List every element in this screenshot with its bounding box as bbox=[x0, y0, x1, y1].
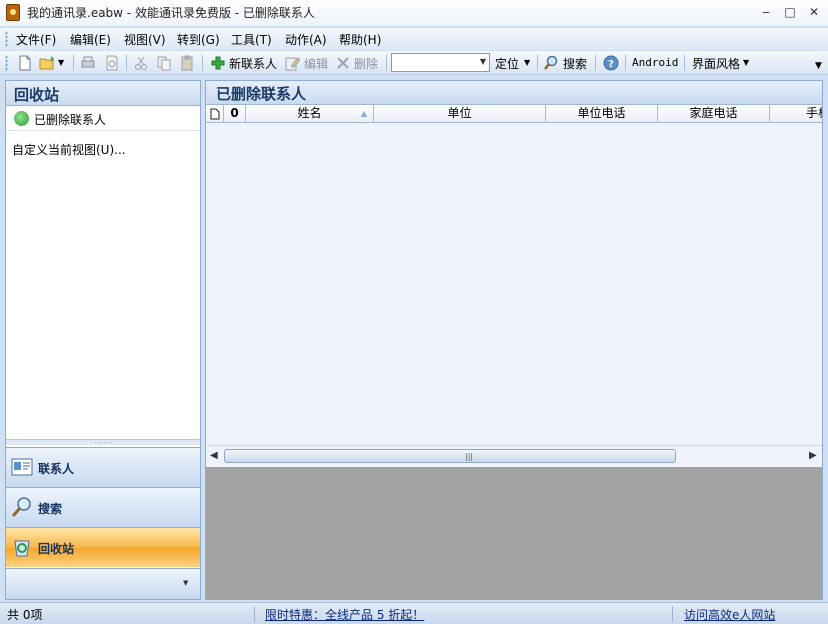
menu-edit[interactable]: 编辑(E) bbox=[70, 31, 111, 48]
column-home-phone[interactable]: 家庭电话 bbox=[658, 105, 770, 123]
print-icon bbox=[80, 55, 96, 71]
window-title: 我的通讯录.eabw - 效能通讯录免费版 - 已删除联系人 bbox=[27, 4, 315, 21]
paste-icon bbox=[179, 55, 195, 71]
locate-dropdown-arrow[interactable]: ▼ bbox=[524, 58, 530, 67]
promo-link[interactable]: 限时特惠：全线产品 5 折起！ bbox=[265, 606, 424, 623]
minimize-button[interactable]: ‒ bbox=[755, 3, 777, 21]
nav-label-recycle-bin: 回收站 bbox=[38, 540, 74, 557]
toolbar-overflow-chevron[interactable]: ▼ bbox=[815, 61, 822, 71]
toolbar-separator bbox=[126, 55, 127, 71]
copy-icon bbox=[156, 55, 172, 71]
menu-help[interactable]: 帮助(H) bbox=[339, 31, 381, 48]
pane-splitter[interactable]: ······ bbox=[6, 439, 200, 445]
content-pane-title: 已删除联系人 bbox=[206, 81, 822, 105]
nav-button-contacts[interactable]: 联系人 bbox=[6, 447, 200, 487]
splitter-grip: ······ bbox=[94, 439, 113, 447]
column-name[interactable]: 姓名 ▲ bbox=[246, 105, 374, 123]
sort-ascending-icon: ▲ bbox=[361, 105, 367, 122]
skin-menu-button[interactable]: 界面风格 bbox=[692, 55, 740, 72]
column-type-icon[interactable] bbox=[206, 105, 224, 123]
print-preview-icon bbox=[104, 55, 120, 71]
magnifier-icon bbox=[11, 496, 33, 518]
menu-bar: 文件(F) 编辑(E) 视图(V) 转到(G) 工具(T) 动作(A) 帮助(H… bbox=[0, 28, 828, 50]
nav-overflow-bar[interactable]: ▼ bbox=[6, 568, 200, 599]
website-link[interactable]: 访问高效e人网站 bbox=[684, 606, 775, 623]
contact-card-icon bbox=[11, 456, 33, 478]
menu-view[interactable]: 视图(V) bbox=[124, 31, 166, 48]
scrollbar-thumb[interactable]: ||| bbox=[224, 449, 676, 463]
toolbar-separator bbox=[73, 55, 74, 71]
delete-button: 删除 bbox=[354, 55, 378, 72]
new-contact-button[interactable]: 新联系人 bbox=[229, 55, 277, 72]
nav-button-recycle-bin[interactable]: 回收站 bbox=[6, 527, 200, 567]
status-bar: 共 0项 限时特惠：全线产品 5 折起！ 访问高效e人网站 bbox=[0, 602, 828, 624]
column-attachment[interactable]: 0 bbox=[224, 105, 246, 123]
search-icon[interactable] bbox=[543, 55, 559, 71]
menu-file[interactable]: 文件(F) bbox=[16, 31, 56, 48]
menu-actions[interactable]: 动作(A) bbox=[285, 31, 327, 48]
menu-goto[interactable]: 转到(G) bbox=[177, 31, 220, 48]
column-company[interactable]: 单位 bbox=[374, 105, 546, 123]
toolbar-separator bbox=[537, 55, 538, 71]
status-item-count: 共 0项 bbox=[7, 606, 42, 623]
toolbar-separator bbox=[625, 55, 626, 71]
skin-dropdown-arrow[interactable]: ▼ bbox=[743, 58, 749, 67]
content-pane: 已删除联系人 0 姓名 ▲ 单位 单位电话 家庭电话 手机 ◀ ||| ▶ bbox=[205, 80, 823, 600]
grid-header: 0 姓名 ▲ 单位 单位电话 家庭电话 手机 bbox=[206, 105, 822, 123]
contact-grid-body[interactable] bbox=[206, 124, 822, 444]
app-icon[interactable] bbox=[6, 4, 20, 21]
combobox-dropdown-arrow[interactable]: ▼ bbox=[480, 57, 486, 66]
search-button[interactable]: 搜索 bbox=[563, 55, 587, 72]
status-separator bbox=[672, 606, 673, 622]
scroll-right-arrow[interactable]: ▶ bbox=[809, 450, 817, 461]
scroll-left-arrow[interactable]: ◀ bbox=[210, 450, 218, 461]
close-button[interactable]: ✕ bbox=[803, 3, 825, 21]
edit-button: 编辑 bbox=[304, 55, 328, 72]
open-dropdown-arrow[interactable]: ▼ bbox=[58, 58, 64, 67]
nav-label-search: 搜索 bbox=[38, 500, 62, 517]
folder-item-label: 已删除联系人 bbox=[34, 111, 106, 128]
nav-label-contacts: 联系人 bbox=[38, 460, 74, 477]
new-file-icon[interactable] bbox=[17, 55, 33, 71]
android-button[interactable]: Android bbox=[632, 56, 678, 69]
horizontal-scrollbar[interactable]: ◀ ||| ▶ bbox=[206, 445, 822, 465]
recycle-bin-icon bbox=[11, 536, 33, 558]
edit-icon bbox=[284, 55, 300, 71]
column-mobile[interactable]: 手机 bbox=[770, 105, 822, 123]
folder-item-deleted-contacts[interactable]: 已删除联系人 bbox=[6, 107, 200, 131]
toolbar-separator bbox=[202, 55, 203, 71]
cut-icon bbox=[133, 55, 149, 71]
svg-text:?: ? bbox=[608, 59, 614, 70]
maximize-button[interactable]: □ bbox=[779, 3, 801, 21]
help-icon[interactable]: ? bbox=[603, 55, 619, 71]
status-separator bbox=[254, 606, 255, 622]
open-folder-icon[interactable] bbox=[39, 55, 55, 71]
navigation-pane: 回收站 已删除联系人 自定义当前视图(U)... ······ 联系人 搜索 回… bbox=[5, 80, 201, 600]
toolbar-separator bbox=[386, 55, 387, 71]
toolbar-grip[interactable] bbox=[5, 55, 8, 71]
column-name-label: 姓名 bbox=[297, 106, 321, 120]
navigation-pane-title: 回收站 bbox=[6, 81, 200, 106]
nav-configure-arrow[interactable]: ▼ bbox=[183, 579, 188, 587]
menubar-grip[interactable] bbox=[5, 31, 8, 47]
document-icon bbox=[210, 108, 220, 120]
locate-button[interactable]: 定位 bbox=[495, 55, 519, 72]
menu-tools[interactable]: 工具(T) bbox=[231, 31, 272, 48]
reading-pane bbox=[206, 467, 822, 599]
scrollbar-grip: ||| bbox=[465, 452, 473, 461]
add-icon[interactable] bbox=[210, 55, 226, 71]
locate-combobox[interactable]: ▼ bbox=[391, 53, 490, 72]
paperclip-icon: 0 bbox=[230, 106, 238, 120]
toolbar-separator bbox=[684, 55, 685, 71]
title-bar: 我的通讯录.eabw - 效能通讯录免费版 - 已删除联系人 ‒ □ ✕ bbox=[0, 0, 828, 26]
recycle-icon bbox=[14, 111, 29, 126]
customize-view-link[interactable]: 自定义当前视图(U)... bbox=[12, 141, 126, 158]
nav-button-search[interactable]: 搜索 bbox=[6, 487, 200, 527]
toolbar-separator bbox=[595, 55, 596, 71]
column-work-phone[interactable]: 单位电话 bbox=[546, 105, 658, 123]
delete-icon bbox=[335, 55, 351, 71]
